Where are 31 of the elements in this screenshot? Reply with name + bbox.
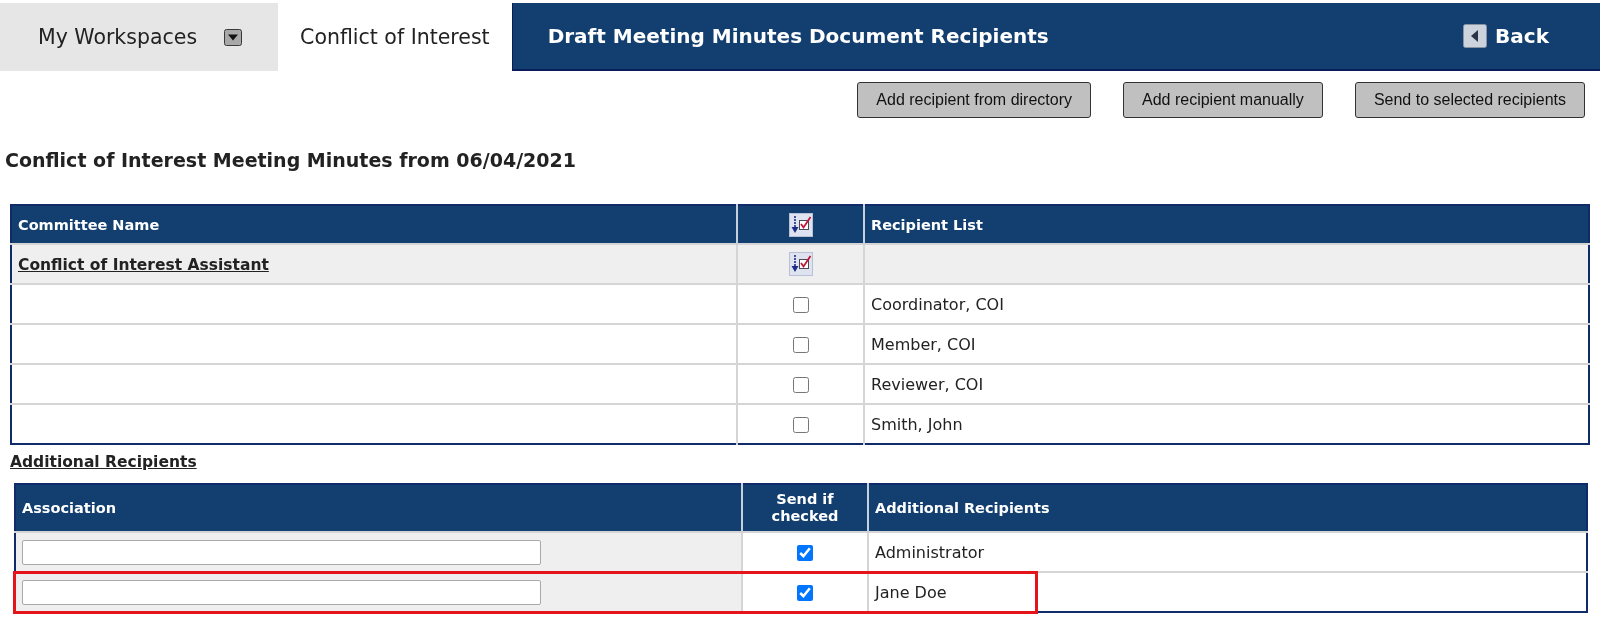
action-button[interactable]: Add recipient manually [1123,82,1323,118]
check-all-icon[interactable] [788,252,813,276]
recipient-checkbox[interactable] [792,297,809,313]
table-cell: Reviewer, COI [864,364,1589,404]
table-cell: Smith, John [864,404,1589,444]
tab[interactable]: My Workspaces [0,3,279,71]
section-title: Additional Recipients [10,453,197,471]
table-cell: Jane Doe [868,572,1587,612]
recipient-checkbox[interactable] [792,377,809,393]
column-header: Send if checked [742,484,868,532]
action-button[interactable]: Send to selected recipients [1354,82,1585,118]
action-button[interactable]: Add recipient from directory [857,82,1091,118]
column-header: Association [15,484,742,532]
input-field[interactable] [22,539,541,565]
send-checkbox[interactable] [797,545,813,561]
back-button[interactable]: Back [1463,24,1549,48]
group-link[interactable]: Conflict of Interest Assistant [18,255,269,274]
column-header: Additional Recipients [868,484,1587,532]
table-cell: Member, COI [864,324,1589,364]
column-header: Recipient List [864,205,1589,244]
send-checkbox[interactable] [797,585,813,601]
column-header: Committee Name [11,205,737,244]
input-field[interactable] [22,579,541,605]
page-heading: Conflict of Interest Meeting Minutes from 06/04/2021 [5,149,576,171]
dropdown-icon[interactable] [224,28,243,46]
table-cell: Coordinator, COI [864,284,1589,324]
recipient-checkbox[interactable] [792,417,809,433]
check-all-icon[interactable] [788,212,813,237]
recipient-checkbox[interactable] [792,337,809,353]
table-cell: Administrator [868,532,1587,572]
page-title: Draft Meeting Minutes Document Recipients [547,24,1049,48]
